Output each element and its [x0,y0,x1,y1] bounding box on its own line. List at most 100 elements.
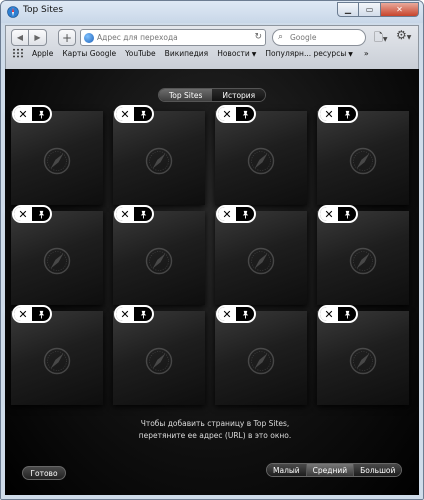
settings-menu-button[interactable]: ⚙▼ [396,28,411,42]
forward-button[interactable]: ▶ [29,29,47,46]
top-sites-view: Top Sites История ✕ ✕ ✕ ✕ ✕ ✕ ✕ ✕ ✕ ✕ ✕ ✕ Чтобы доб… [5,69,419,495]
compass-icon [145,247,173,275]
window-title: Top Sites [23,5,64,15]
tile-controls: ✕ [216,205,256,223]
size-medium-button[interactable]: Средний [305,464,354,476]
site-tile[interactable]: ✕ [215,105,307,205]
site-tile[interactable]: ✕ [215,305,307,405]
tile-controls: ✕ [12,305,52,323]
back-arrow-icon: ◀ [16,33,24,42]
bookmark-apple[interactable]: Apple [32,49,53,58]
plus-icon: + [61,30,73,45]
site-tile[interactable]: ✕ [113,205,205,305]
done-button[interactable]: Готово [22,466,66,480]
nav-buttons: ◀ ▶ [11,29,47,46]
pin-site-icon[interactable] [32,307,50,321]
view-switcher: Top Sites История [158,88,267,102]
site-tile[interactable]: ✕ [11,105,103,205]
remove-site-icon[interactable]: ✕ [14,207,32,221]
pin-site-icon[interactable] [236,307,254,321]
window-bottom-border [1,495,423,499]
compass-icon [349,347,377,375]
close-button[interactable]: ✕ [381,2,419,17]
back-button[interactable]: ◀ [11,29,29,46]
address-bar[interactable]: ↻ [80,29,266,46]
bookmark-youtube[interactable]: YouTube [125,49,156,58]
bookmark-popular-label: Популярн... ресурсы [265,48,347,58]
site-tile[interactable]: ✕ [317,305,409,405]
tile-controls: ✕ [318,105,358,123]
pin-site-icon[interactable] [32,207,50,221]
site-tile[interactable]: ✕ [113,305,205,405]
browser-window: Top Sites ▁ ▭ ✕ ◀ ▶ + ↻ ⌕ 🗋▼ ⚙▼ Apple Ка… [0,0,424,500]
pin-site-icon[interactable] [134,207,152,221]
search-input[interactable] [290,33,362,42]
caption-buttons: ▁ ▭ ✕ [337,2,419,17]
remove-site-icon[interactable]: ✕ [218,207,236,221]
remove-site-icon[interactable]: ✕ [320,107,338,121]
pin-site-icon[interactable] [134,107,152,121]
pin-site-icon[interactable] [338,307,356,321]
dropdown-arrow-icon: ▼ [348,50,353,58]
bookmark-popular-menu[interactable]: Популярн... ресурсы ▼ [265,49,352,58]
title-bar[interactable]: Top Sites ▁ ▭ ✕ [1,1,423,23]
pin-site-icon[interactable] [32,107,50,121]
remove-site-icon[interactable]: ✕ [116,307,134,321]
remove-site-icon[interactable]: ✕ [14,107,32,121]
safari-icon [7,6,19,18]
search-field[interactable]: ⌕ [272,29,366,46]
tile-controls: ✕ [114,105,154,123]
remove-site-icon[interactable]: ✕ [320,207,338,221]
size-small-button[interactable]: Малый [267,464,306,476]
site-tile[interactable]: ✕ [113,105,205,205]
remove-site-icon[interactable]: ✕ [218,107,236,121]
page-menu-button[interactable]: 🗋▼ [374,29,387,48]
bookmark-news-menu[interactable]: Новости ▼ [217,49,256,58]
tile-controls: ✕ [12,205,52,223]
site-tile[interactable]: ✕ [317,105,409,205]
add-bookmark-button[interactable]: + [58,29,76,46]
size-large-button[interactable]: Большой [353,464,402,476]
pin-site-icon[interactable] [338,107,356,121]
pin-site-icon[interactable] [236,107,254,121]
bookmark-wikipedia[interactable]: Википедия [165,49,209,58]
pin-site-icon[interactable] [338,207,356,221]
remove-site-icon[interactable]: ✕ [218,307,236,321]
drop-hint: Чтобы добавить страницу в Top Sites, пер… [105,418,325,442]
maximize-button[interactable]: ▭ [359,2,381,17]
compass-icon [247,347,275,375]
toolbar: ◀ ▶ + ↻ ⌕ 🗋▼ ⚙▼ Apple Карты Google YouTu… [5,25,419,69]
tile-controls: ✕ [318,305,358,323]
bookmark-google-maps[interactable]: Карты Google [62,49,116,58]
compass-icon [43,247,71,275]
pin-site-icon[interactable] [236,207,254,221]
reload-icon[interactable]: ↻ [254,32,262,42]
tab-history[interactable]: История [212,89,266,101]
remove-site-icon[interactable]: ✕ [116,207,134,221]
page-icon: 🗋 [374,31,383,44]
tile-controls: ✕ [12,105,52,123]
address-input[interactable] [97,33,247,42]
dropdown-arrow-icon: ▼ [251,50,257,58]
bookmarks-bar: Apple Карты Google YouTube Википедия Нов… [10,48,369,58]
show-all-bookmarks-icon[interactable] [12,48,24,58]
site-tile[interactable]: ✕ [215,205,307,305]
gear-icon: ⚙ [396,28,407,42]
minimize-button[interactable]: ▁ [337,2,359,17]
tile-controls: ✕ [318,205,358,223]
remove-site-icon[interactable]: ✕ [116,107,134,121]
tile-controls: ✕ [114,305,154,323]
remove-site-icon[interactable]: ✕ [14,307,32,321]
compass-icon [145,347,173,375]
site-tile[interactable]: ✕ [11,205,103,305]
remove-site-icon[interactable]: ✕ [320,307,338,321]
tab-top-sites[interactable]: Top Sites [159,89,213,101]
search-icon: ⌕ [278,32,284,42]
more-bookmarks-icon[interactable]: » [364,49,369,58]
tile-controls: ✕ [216,305,256,323]
site-tile[interactable]: ✕ [317,205,409,305]
site-tile[interactable]: ✕ [11,305,103,405]
compass-icon [43,147,71,175]
tile-controls: ✕ [114,205,154,223]
pin-site-icon[interactable] [134,307,152,321]
